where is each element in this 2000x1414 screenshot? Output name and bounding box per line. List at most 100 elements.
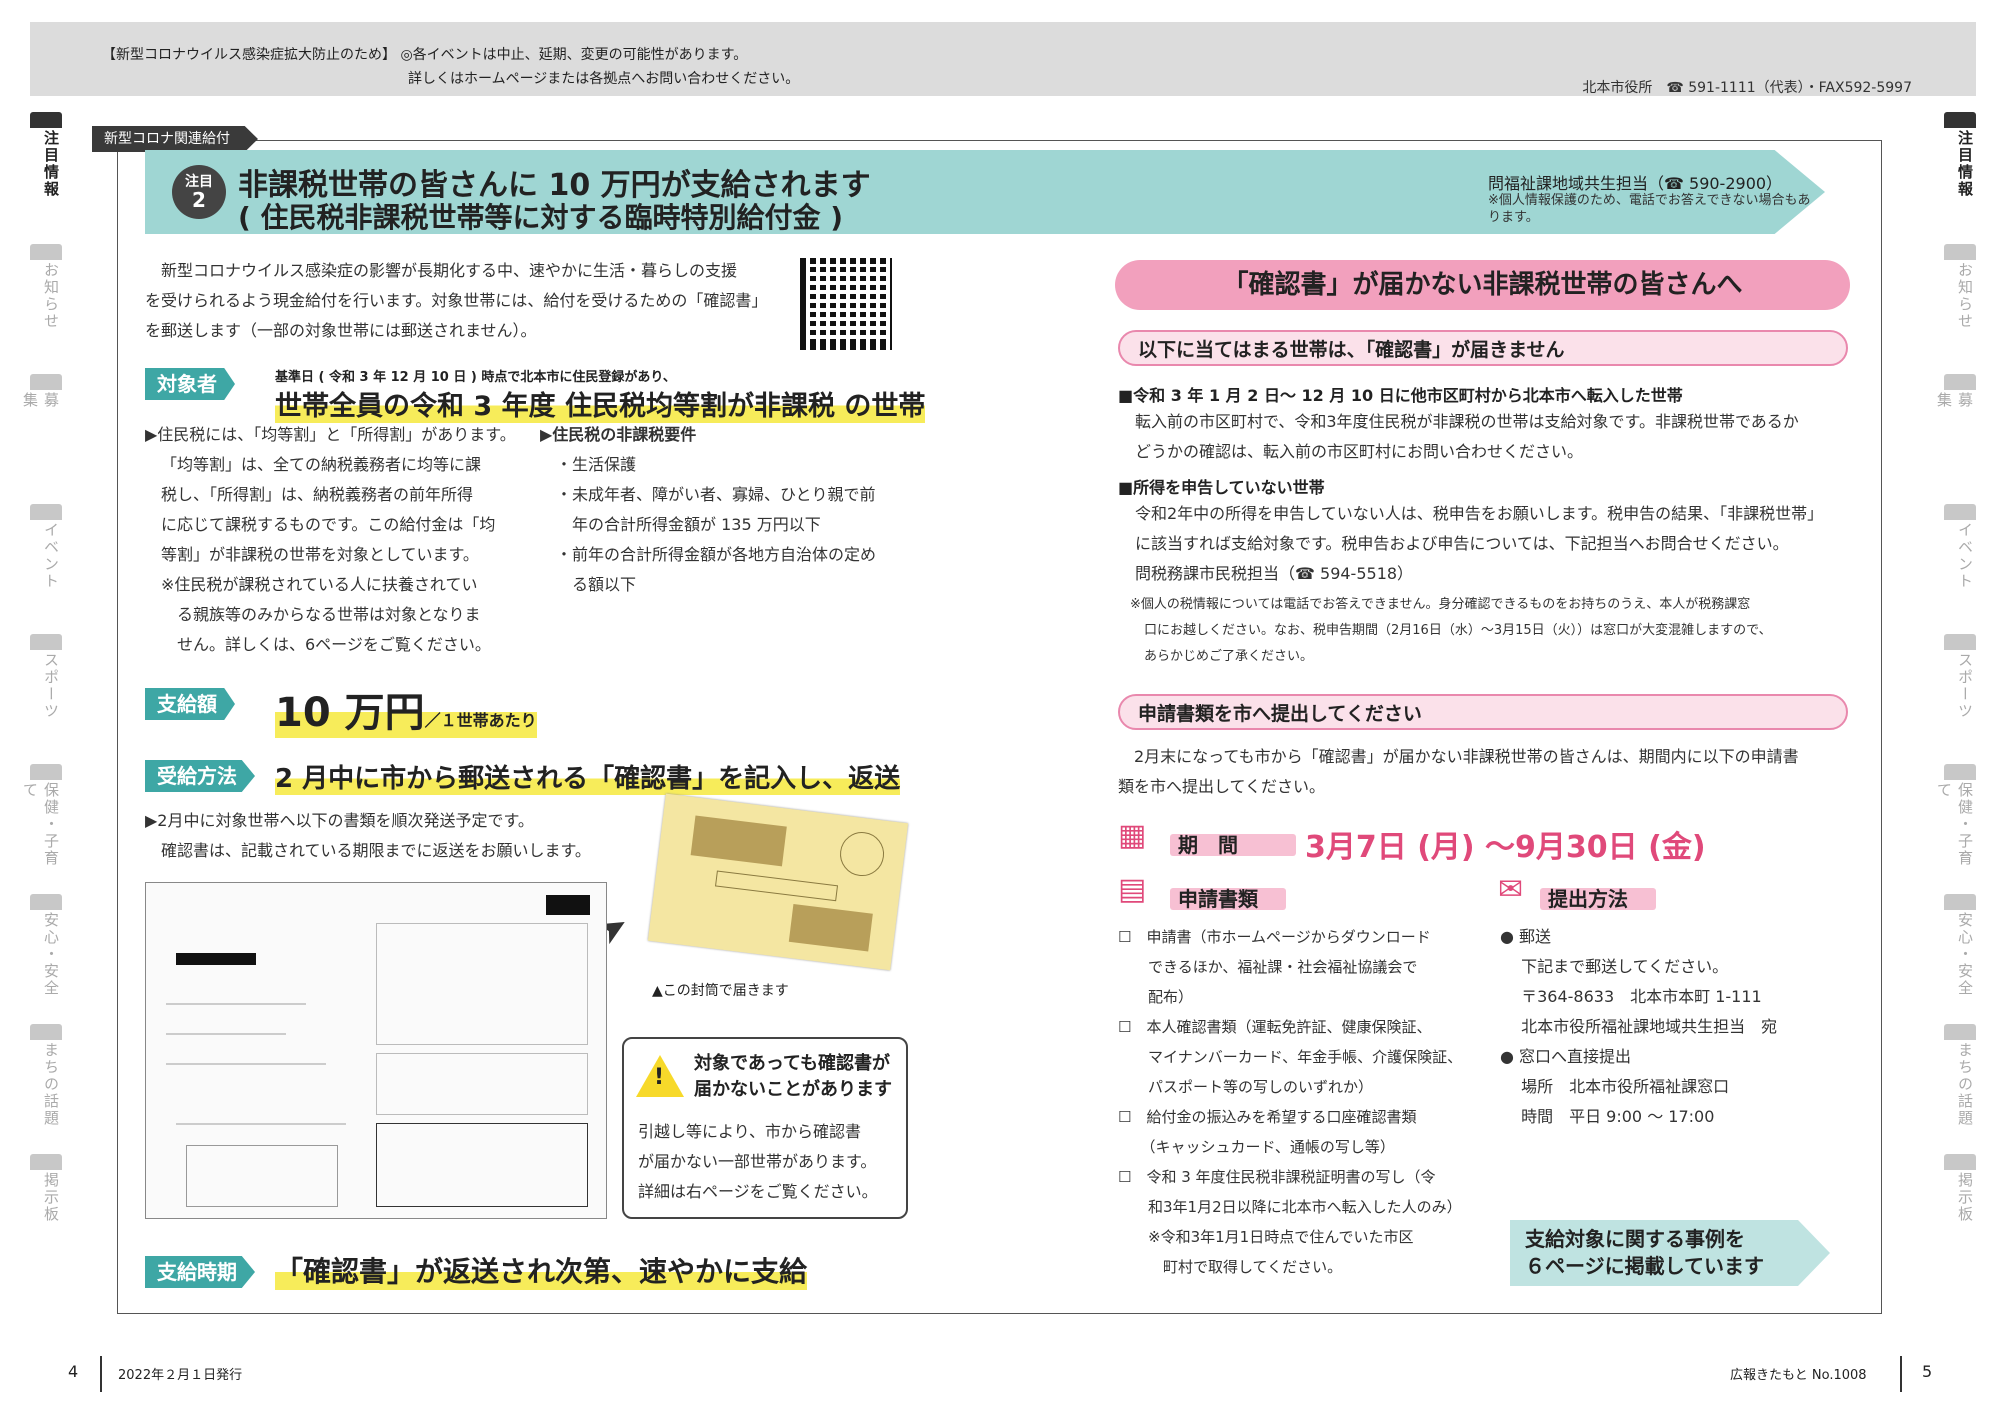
side-tab-marker	[30, 504, 62, 520]
submit-line: 類を市へ提出してください。	[1118, 777, 1326, 796]
side-tab-5[interactable]: 保健・子育て	[21, 782, 62, 882]
feature-badge: 注目 2	[172, 165, 226, 219]
method-label: 受給方法	[145, 760, 255, 792]
side-tab-marker	[30, 634, 62, 650]
submit-text: 2月末になっても市から「確認書」が届かない非課税世帯の皆さんは、期間内に以下の申…	[1118, 742, 1853, 802]
notice-line-2: 詳しくはホームページまたは各拠点へお問い合わせください。	[408, 71, 800, 87]
side-tab-marker	[1944, 1154, 1976, 1170]
side-tab-r3[interactable]: イベント	[1944, 522, 1976, 612]
tax-requirements: ▶住民税の非課税要件 ・生活保護 ・未成年者、障がい者、寡婦、ひとり親で前 年の…	[540, 420, 920, 600]
side-tab-r0[interactable]: 注目情報	[1944, 130, 1976, 220]
document-item: ※令和3年1月1日時点で住んでいた市区	[1118, 1228, 1414, 1246]
caution-line: が届かない一部世帯があります。	[638, 1152, 877, 1171]
intro-line: を郵送します（一部の対象世帯には郵送されません）。	[145, 321, 537, 340]
side-tab-marker	[1944, 634, 1976, 650]
page-subtitle: ( 住民税非課税世帯等に対する臨時特別給付金 )	[238, 201, 844, 234]
envelope-window	[690, 815, 787, 867]
note-line: 口にお越しください。なお、税申告期間（2月16日（水）～3月15日（火））は窓口…	[1144, 623, 1772, 638]
document-item: 和3年1月2日以降に北本市へ転入した人のみ）	[1118, 1198, 1462, 1216]
caution-title-line: 届かないことがあります	[694, 1079, 892, 1100]
document-item: ☐ 令和 3 年度住民税非課税証明書の写し（令	[1118, 1168, 1436, 1186]
intro-line: を受けられるよう現金給付を行います。対象世帯には、給付を受けるための「確認書」	[145, 291, 768, 310]
case2-line: 令和2年中の所得を申告していない人は、税申告をお願いします。税申告の結果、「非課…	[1135, 504, 1824, 523]
case2-contact: 問税務課市民税担当（☎ 594-5518）	[1135, 564, 1414, 583]
side-tab-marker	[1944, 504, 1976, 520]
envelope-caption: ▲この封筒で届きます	[652, 983, 789, 999]
form-line	[176, 1123, 346, 1125]
form-section	[376, 1053, 588, 1115]
issue-date: 2022年２月１日発行	[118, 1368, 243, 1383]
side-tab-marker	[30, 374, 62, 390]
target-line: せん。詳しくは、6ページをご覧ください。	[177, 635, 491, 654]
side-tab-r4[interactable]: スポーツ	[1944, 652, 1976, 742]
side-tab-r1[interactable]: お知らせ	[1944, 262, 1976, 352]
side-tab-8[interactable]: 掲示板	[30, 1172, 62, 1252]
target-line: 税し、「所得割」は、納税義務者の前年所得	[161, 485, 474, 504]
caution-line: 引越し等により、市から確認書	[638, 1122, 862, 1141]
side-tab-1[interactable]: お知らせ	[30, 262, 62, 352]
caution-body: 引越し等により、市から確認書 が届かない一部世帯があります。 詳細は右ページをご…	[638, 1117, 878, 1207]
side-tab-7[interactable]: まちの話題	[30, 1042, 62, 1142]
submit-methods: ● 郵送 下記まで郵送してください。 〒364-8633 北本市本町 1-111…	[1500, 922, 1830, 1132]
case2-note: ※個人の税情報については電話でお答えできません。身分確認できるものをお持ちのうえ…	[1130, 592, 1855, 670]
method-item: 〒364-8633 北本市本町 1-111	[1500, 987, 1762, 1006]
section-label: 新型コロナ関連給付	[92, 126, 258, 152]
notice-line-1: 【新型コロナウイルス感染症拡大防止のため】 ◎各イベントは中止、延期、変更の可能…	[102, 47, 748, 63]
requirement-line: ・前年の合計所得金額が各地方自治体の定め	[556, 545, 877, 564]
side-tab-r6[interactable]: 安心・安全	[1944, 912, 1976, 1002]
case1-body: 転入前の市区町村で、令和3年度住民税が非課税の世帯は支給対象です。非課税世帯であ…	[1135, 407, 1855, 467]
period-label: 期 間	[1170, 834, 1296, 856]
caution-title: 対象であっても確認書が 届かないことがあります	[694, 1051, 892, 1103]
method-item: 下記まで郵送してください。	[1500, 957, 1729, 976]
document-item: できるほか、福祉課・社会福祉協議会で	[1118, 958, 1418, 976]
target-line: ※住民税が課税されている人に扶養されてい	[161, 575, 478, 594]
side-tab-marker	[1944, 764, 1976, 780]
document-item: マイナンバーカード、年金手帳、介護保険証、	[1118, 1048, 1463, 1066]
side-tab-r7[interactable]: まちの話題	[1944, 1042, 1976, 1142]
documents-list: ☐ 申請書（市ホームページからダウンロード できるほか、福祉課・社会福祉協議会で…	[1118, 922, 1498, 1282]
intro-line: 新型コロナウイルス感染症の影響が長期化する中、速やかに生活・暮らしの支援	[161, 261, 738, 280]
requirement-line: 年の合計所得金額が 135 万円以下	[572, 515, 821, 534]
case2-line: に該当すれば支給対象です。税申告および申告については、下記担当へお問合せください…	[1135, 534, 1789, 553]
bank-table	[376, 1123, 588, 1207]
case1-line: どうかの確認は、転入前の市区町村にお問い合わせください。	[1135, 442, 1584, 461]
target-details: ▶住民税には、「均等割」と「所得割」があります。 「均等割」は、全ての納税義務者…	[145, 420, 525, 660]
document-item: ☐ 給付金の振込みを希望する口座確認書類	[1118, 1108, 1417, 1126]
side-tab-4[interactable]: スポーツ	[30, 652, 62, 742]
envelope-window	[788, 904, 873, 952]
side-tab-6[interactable]: 安心・安全	[30, 912, 62, 1002]
side-tab-r8[interactable]: 掲示板	[1944, 1172, 1976, 1252]
header-contact: 問福祉課地域共生担当（☎ 590-2900）	[1488, 174, 1783, 193]
side-tab-3[interactable]: イベント	[30, 522, 62, 612]
side-tab-marker	[1944, 1024, 1976, 1040]
method-line: ▶2月中に対象世帯へ以下の書類を順次発送予定です。	[145, 811, 534, 830]
target-line: に応じて課税するものです。この給付金は「均	[161, 515, 496, 534]
side-tab-marker	[30, 894, 62, 910]
amount-label: 支給額	[145, 688, 235, 720]
footer-divider	[100, 1356, 102, 1392]
case1-title: ■令和 3 年 1 月 2 日～ 12 月 10 日に他市区町村から北本市へ転入…	[1118, 386, 1683, 405]
method-submit-label: 提出方法	[1540, 888, 1656, 910]
amount-number: 10 万円	[275, 690, 425, 736]
case1-line: 転入前の市区町村で、令和3年度住民税が非課税の世帯は支給対象です。非課税世帯であ…	[1135, 412, 1799, 431]
side-tab-r2[interactable]: 募集	[1935, 392, 1976, 452]
target-line: ▶住民税には、「均等割」と「所得割」があります。	[145, 425, 516, 444]
case2-title: ■所得を申告していない世帯	[1118, 478, 1325, 497]
form-line	[166, 1003, 306, 1005]
warning-mark: !	[654, 1065, 665, 1090]
document-item: ☐ 本人確認書類（運転免許証、健康保険証、	[1118, 1018, 1432, 1036]
method-item: 場所 北本市役所福祉課窓口	[1500, 1077, 1730, 1096]
timing-label: 支給時期	[145, 1256, 255, 1288]
form-table	[186, 1145, 338, 1207]
target-line: 等割」が非課税の世帯を対象としています。	[161, 545, 479, 564]
header-note: ※個人情報保護のため、電話でお答えできない場合もあります。	[1488, 193, 1811, 225]
method-text: ▶2月中に対象世帯へ以下の書類を順次発送予定です。 確認書は、記載されている期限…	[145, 806, 665, 866]
side-tab-0[interactable]: 注目情報	[30, 130, 62, 220]
side-tab-r5[interactable]: 保健・子育て	[1935, 782, 1976, 882]
side-tab-marker	[1944, 374, 1976, 390]
target-line: 「均等割」は、全ての納税義務者に均等に課	[161, 455, 482, 474]
timing-main: 「確認書」が返送され次第、速やかに支給	[275, 1250, 808, 1290]
document-item: （キャッシュカード、通帳の写し等）	[1118, 1138, 1395, 1156]
side-tab-2[interactable]: 募集	[21, 392, 62, 452]
reference-text: 支給対象に関する事例を ６ページに掲載しています	[1525, 1226, 1764, 1280]
